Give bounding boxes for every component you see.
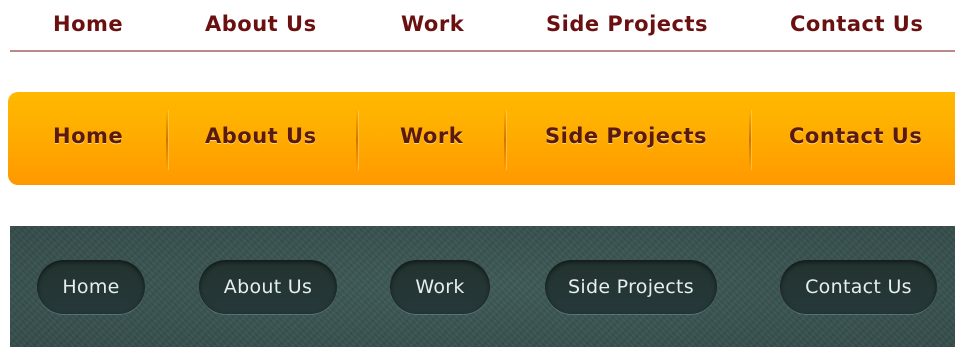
orange-nav-contact-us-link[interactable]: Contact Us — [789, 124, 922, 148]
orange-nav-divider — [504, 110, 506, 170]
plain-text-nav: Home About Us Work Side Projects Contact… — [10, 0, 955, 52]
plain-nav-work-link[interactable]: Work — [401, 12, 464, 36]
dark-nav-work-pill[interactable]: Work — [390, 260, 490, 314]
orange-nav-divider — [166, 110, 168, 170]
plain-nav-contact-us-link[interactable]: Contact Us — [790, 12, 923, 36]
dark-nav-about-us-pill[interactable]: About Us — [199, 260, 337, 314]
orange-nav-divider — [749, 110, 751, 170]
orange-nav-divider — [356, 110, 358, 170]
orange-bar-nav: Home About Us Work Side Projects Contact… — [8, 92, 955, 185]
orange-nav-work-link[interactable]: Work — [400, 124, 463, 148]
plain-nav-home-link[interactable]: Home — [53, 12, 123, 36]
dark-nav-side-projects-pill[interactable]: Side Projects — [545, 260, 717, 314]
plain-nav-about-us-link[interactable]: About Us — [205, 12, 317, 36]
plain-nav-side-projects-link[interactable]: Side Projects — [546, 12, 708, 36]
orange-nav-side-projects-link[interactable]: Side Projects — [545, 124, 707, 148]
orange-nav-home-link[interactable]: Home — [53, 124, 123, 148]
dark-nav-contact-us-pill[interactable]: Contact Us — [780, 260, 937, 314]
dark-pill-nav: Home About Us Work Side Projects Contact… — [10, 226, 955, 347]
dark-nav-home-pill[interactable]: Home — [37, 260, 145, 314]
orange-nav-about-us-link[interactable]: About Us — [205, 124, 317, 148]
